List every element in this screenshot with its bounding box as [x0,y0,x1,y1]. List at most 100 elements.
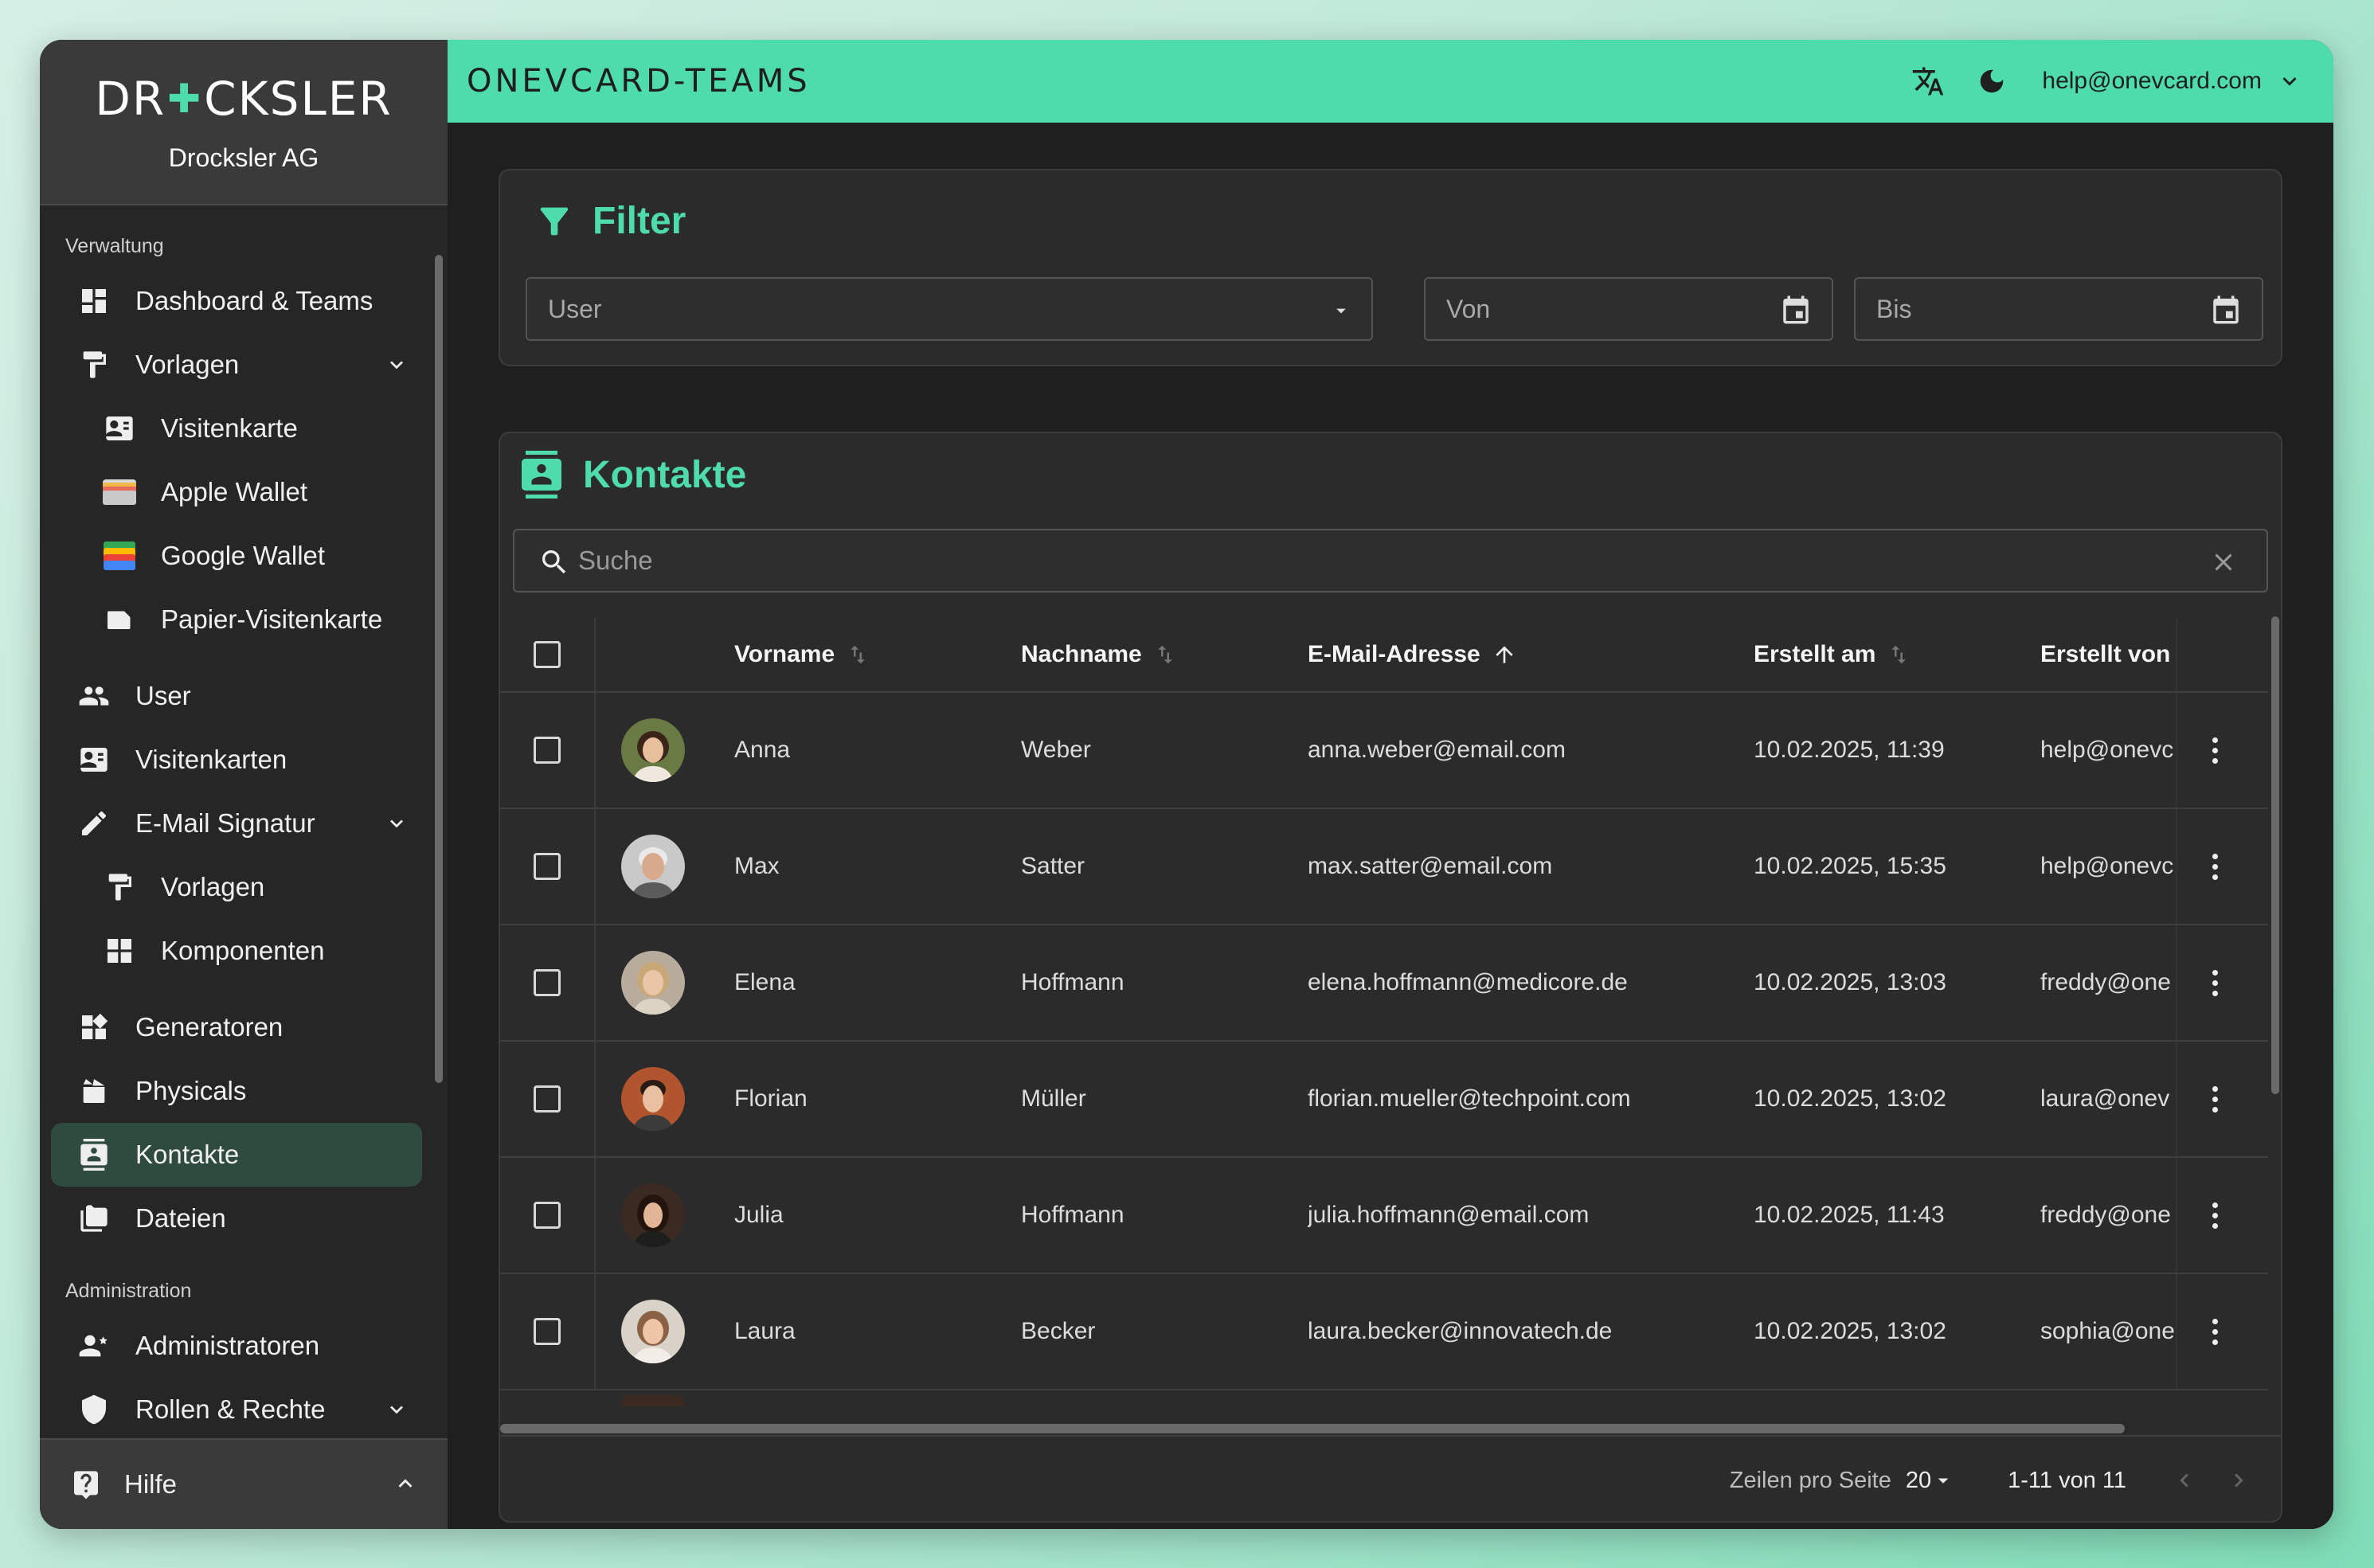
sidebar-item-administratoren[interactable]: Administratoren [51,1314,422,1378]
roles-icon [76,1392,111,1427]
prev-page-icon[interactable] [2171,1467,2198,1494]
sort-icon[interactable] [1887,643,1911,667]
table-horizontal-scrollbar[interactable] [500,1424,2125,1433]
folder-icon [76,1201,111,1236]
sidebar-item-papier-visitenkarte[interactable]: Papier-Visitenkarte [51,588,422,651]
chevron-up-icon[interactable] [392,1470,419,1503]
table-row-partial [500,1390,2268,1422]
table-row[interactable]: Laura Becker laura.becker@innovatech.de … [500,1274,2268,1390]
sidebar-item-dashboard[interactable]: Dashboard & Teams [51,269,422,333]
sidebar-item-signatur-vorlagen[interactable]: Vorlagen [51,855,422,919]
cell-email: julia.hoffmann@email.com [1308,1202,1590,1228]
paint-roller-icon [76,347,111,382]
paint-roller-icon [102,870,137,905]
sidebar-item-apple-wallet[interactable]: Apple Wallet [51,460,422,524]
chevron-down-icon[interactable] [384,1397,409,1429]
sidebar-scrollbar[interactable] [435,255,443,1083]
select-all-checkbox[interactable] [534,618,561,691]
row-checkbox[interactable] [534,925,561,1040]
cell-erstellt-von: help@onevc [2040,853,2174,879]
translate-icon[interactable] [1911,65,1945,98]
sidebar-item-label: Kontakte [135,1140,240,1169]
row-menu-icon[interactable] [2212,1274,2218,1389]
chevron-down-icon[interactable] [384,811,409,843]
chevron-down-icon[interactable] [384,352,409,384]
row-menu-icon[interactable] [2212,925,2218,1040]
users-icon [76,678,111,714]
header-email[interactable]: E-Mail-Adresse [1308,618,1517,691]
section-administration: Administration [65,1280,192,1302]
sidebar-item-user[interactable]: User [51,664,422,728]
sidebar-item-label: Dateien [135,1203,226,1233]
search-input[interactable]: Suche [513,529,2268,592]
table-row[interactable]: Anna Weber anna.weber@email.com 10.02.20… [500,693,2268,809]
table-vertical-scrollbar[interactable] [2271,616,2279,1094]
row-checkbox[interactable] [534,1042,561,1156]
user-select[interactable]: User [526,277,1373,341]
avatar [621,809,685,924]
table-row[interactable]: Elena Hoffmann elena.hoffmann@medicore.d… [500,925,2268,1042]
sidebar-item-label: Visitenkarte [161,413,298,443]
column-divider [594,1042,596,1156]
chevron-down-icon[interactable] [2276,68,2303,95]
row-checkbox[interactable] [534,1158,561,1273]
sidebar-item-kontakte[interactable]: Kontakte [51,1123,422,1187]
sort-icon[interactable] [846,643,870,667]
row-checkbox[interactable] [534,693,561,807]
sidebar-item-physicals[interactable]: Physicals [51,1059,422,1123]
cell-vorname: Elena [734,969,796,995]
dark-mode-icon[interactable] [1977,66,2007,96]
sidebar-item-visitenkarten[interactable]: Visitenkarten [51,728,422,792]
sidebar-item-label: Administratoren [135,1331,320,1360]
row-checkbox[interactable] [534,1274,561,1389]
widgets-icon [76,1010,111,1045]
sidebar-item-google-wallet[interactable]: Google Wallet [51,524,422,588]
row-menu-icon[interactable] [2212,1158,2218,1273]
sidebar-item-visitenkarte[interactable]: Visitenkarte [51,397,422,460]
column-divider [594,925,596,1040]
header-erstellt-von[interactable]: Erstellt von [2040,618,2174,691]
table-row[interactable]: Julia Hoffmann julia.hoffmann@email.com … [500,1158,2268,1274]
calendar-icon[interactable] [2209,293,2243,327]
calendar-icon[interactable] [1779,293,1813,327]
header-vorname[interactable]: Vorname [734,618,870,691]
next-page-icon[interactable] [2225,1467,2252,1494]
column-divider [594,618,596,691]
table-row[interactable]: Florian Müller florian.mueller@techpoint… [500,1042,2268,1158]
help-menu[interactable]: Hilfe [40,1438,448,1529]
contacts-card: Kontakte Suche Vorname Nachname E-Mail-A… [499,432,2282,1523]
sidebar-item-email-signatur[interactable]: E-Mail Signatur [51,792,422,855]
google-wallet-icon [102,538,137,573]
cell-nachname: Hoffmann [1021,1202,1124,1228]
table-header-row: Vorname Nachname E-Mail-Adresse Erstellt… [500,618,2268,693]
sidebar-item-dateien[interactable]: Dateien [51,1187,422,1250]
sidebar-item-komponenten[interactable]: Komponenten [51,919,422,983]
row-menu-icon[interactable] [2212,1042,2218,1156]
cell-vorname: Julia [734,1202,784,1228]
sort-ascending-icon[interactable] [1492,642,1517,667]
rows-per-page-select[interactable]: 20 [1906,1468,1955,1494]
from-date-field[interactable]: Von [1424,277,1833,341]
header-erstellt-am[interactable]: Erstellt am [1754,618,1911,691]
column-divider [594,1274,596,1389]
to-date-field[interactable]: Bis [1854,277,2263,341]
user-email[interactable]: help@onevcard.com [2042,68,2262,95]
sidebar-item-rollen-rechte[interactable]: Rollen & Rechte [51,1378,422,1441]
sidebar: DR ✚ CKSLER Drocksler AG Verwaltung Dashbo… [40,40,448,1529]
avatar [621,1274,685,1389]
row-menu-icon[interactable] [2212,809,2218,924]
header-nachname[interactable]: Nachname [1021,618,1177,691]
cell-erstellt-am: 10.02.2025, 13:02 [1754,1085,1946,1112]
page-range: 1-11 von 11 [2008,1467,2126,1493]
cell-email: anna.weber@email.com [1308,737,1566,763]
row-menu-icon[interactable] [2212,693,2218,807]
sidebar-item-generatoren[interactable]: Generatoren [51,995,422,1059]
row-checkbox[interactable] [534,809,561,924]
sort-icon[interactable] [1153,643,1177,667]
main-content: Filter User Von Bis Kontakte Suche Vorna… [448,123,2333,1529]
section-verwaltung: Verwaltung [65,235,164,257]
help-icon [68,1467,104,1502]
table-row[interactable]: Max Satter max.satter@email.com 10.02.20… [500,809,2268,925]
sidebar-item-vorlagen[interactable]: Vorlagen [51,333,422,397]
clear-icon[interactable] [2209,548,2238,583]
